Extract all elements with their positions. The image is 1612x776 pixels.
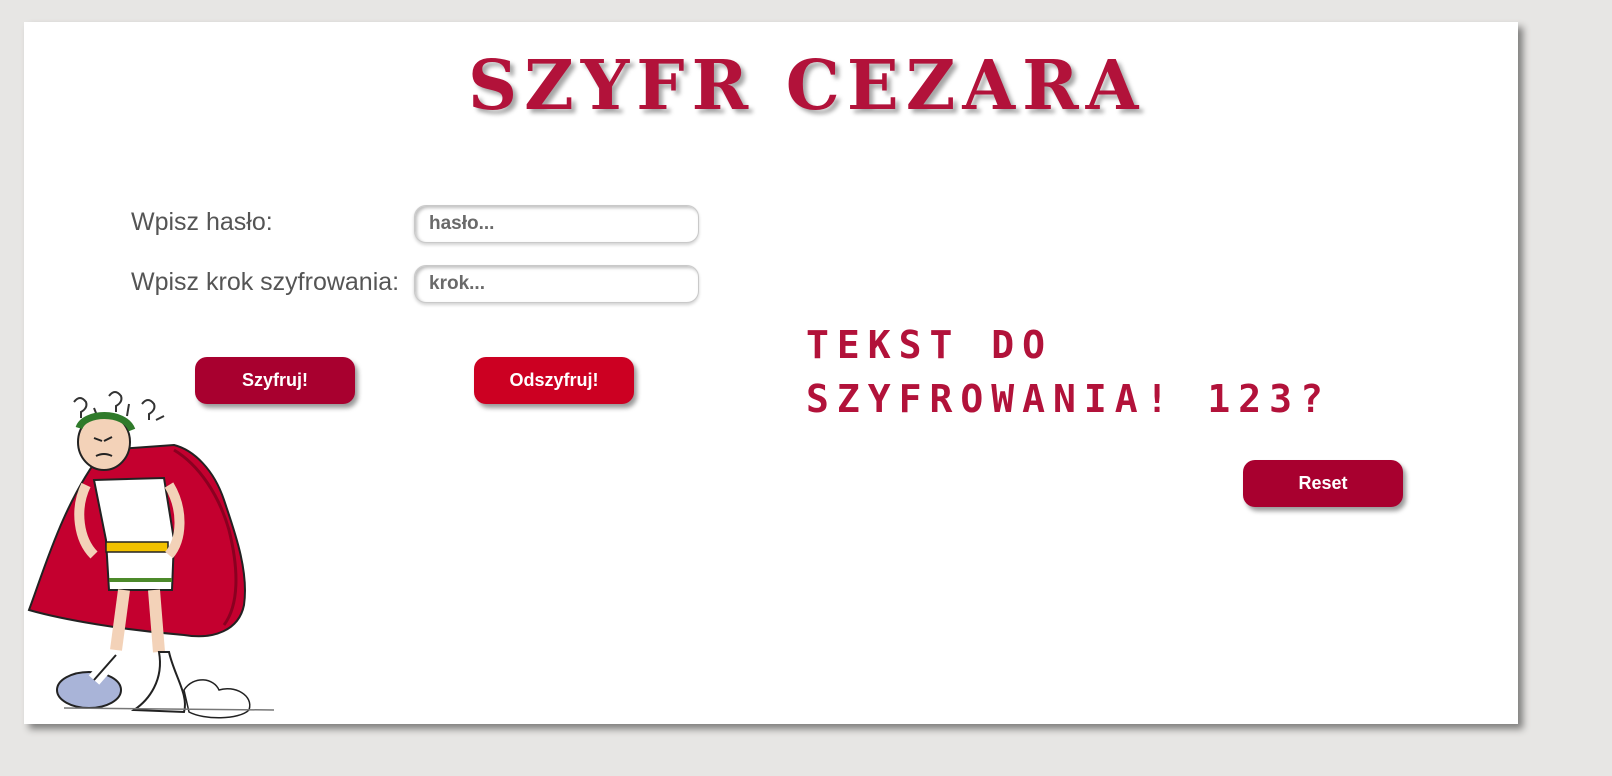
decrypt-button[interactable]: Odszyfruj! [474, 357, 634, 404]
page-title: SZYFR CEZARA [468, 46, 1146, 126]
step-input[interactable] [414, 265, 699, 303]
password-input[interactable] [414, 205, 699, 243]
julius-caesar-cartoon-icon [27, 391, 275, 719]
password-label: Wpisz hasło: [131, 208, 273, 236]
reset-button[interactable]: Reset [1243, 460, 1403, 507]
output-text: Tekst do szyfrowania! 123? [806, 323, 1331, 421]
step-label: Wpisz krok szyfrowania: [131, 268, 400, 296]
